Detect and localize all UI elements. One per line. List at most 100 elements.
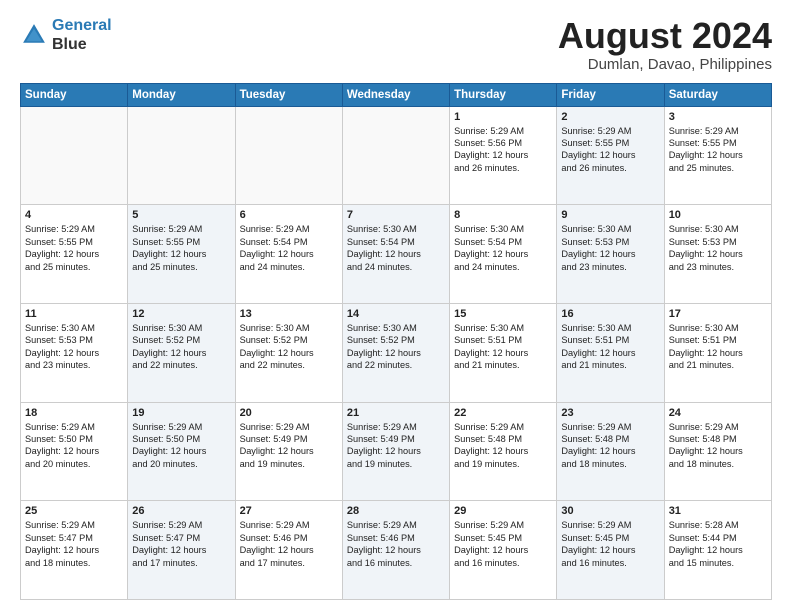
day-number: 27 bbox=[240, 505, 338, 517]
calendar-cell: 4 Sunrise: 5:29 AM Sunset: 5:55 PM Daylig… bbox=[21, 205, 128, 304]
cell-info: Sunrise: 5:29 AM Sunset: 5:47 PM Dayligh… bbox=[132, 519, 230, 569]
calendar-header-row: SundayMondayTuesdayWednesdayThursdayFrid… bbox=[21, 83, 772, 106]
page: General Blue August 2024 Dumlan, Davao, … bbox=[0, 0, 792, 612]
day-number: 13 bbox=[240, 308, 338, 320]
day-number: 31 bbox=[669, 505, 767, 517]
calendar-week-4: 18 Sunrise: 5:29 AM Sunset: 5:50 PM Dayli… bbox=[21, 402, 772, 501]
calendar-cell: 27 Sunrise: 5:29 AM Sunset: 5:46 PM Dayli… bbox=[235, 501, 342, 600]
logo-text: General Blue bbox=[52, 16, 112, 54]
calendar-table: SundayMondayTuesdayWednesdayThursdayFrid… bbox=[20, 83, 772, 600]
location: Dumlan, Davao, Philippines bbox=[558, 56, 772, 73]
day-number: 19 bbox=[132, 407, 230, 419]
calendar-cell: 21 Sunrise: 5:29 AM Sunset: 5:49 PM Dayli… bbox=[342, 402, 449, 501]
cell-info: Sunrise: 5:29 AM Sunset: 5:56 PM Dayligh… bbox=[454, 125, 552, 175]
calendar-cell bbox=[128, 106, 235, 205]
day-number: 17 bbox=[669, 308, 767, 320]
logo-icon bbox=[20, 21, 48, 49]
cell-info: Sunrise: 5:29 AM Sunset: 5:54 PM Dayligh… bbox=[240, 223, 338, 273]
day-number: 25 bbox=[25, 505, 123, 517]
day-number: 1 bbox=[454, 111, 552, 123]
calendar-cell: 6 Sunrise: 5:29 AM Sunset: 5:54 PM Daylig… bbox=[235, 205, 342, 304]
day-number: 4 bbox=[25, 209, 123, 221]
calendar-cell: 20 Sunrise: 5:29 AM Sunset: 5:49 PM Dayli… bbox=[235, 402, 342, 501]
calendar-cell bbox=[21, 106, 128, 205]
calendar-cell: 1 Sunrise: 5:29 AM Sunset: 5:56 PM Daylig… bbox=[450, 106, 557, 205]
calendar-cell: 2Sunrise: 5:29 AM Sunset: 5:55 PM Daylig… bbox=[557, 106, 664, 205]
cell-info: Sunrise: 5:29 AM Sunset: 5:46 PM Dayligh… bbox=[347, 519, 445, 569]
cell-info: Sunrise: 5:30 AM Sunset: 5:51 PM Dayligh… bbox=[561, 322, 659, 372]
day-number: 20 bbox=[240, 407, 338, 419]
cell-info: Sunrise: 5:29 AM Sunset: 5:45 PM Dayligh… bbox=[454, 519, 552, 569]
cell-info: Sunrise: 5:29 AM Sunset: 5:55 PM Dayligh… bbox=[25, 223, 123, 273]
calendar-cell: 19 Sunrise: 5:29 AM Sunset: 5:50 PM Dayli… bbox=[128, 402, 235, 501]
calendar-cell: 13Sunrise: 5:30 AM Sunset: 5:52 PM Dayli… bbox=[235, 303, 342, 402]
day-header-sunday: Sunday bbox=[21, 83, 128, 106]
cell-info: Sunrise: 5:30 AM Sunset: 5:53 PM Dayligh… bbox=[25, 322, 123, 372]
day-number: 22 bbox=[454, 407, 552, 419]
title-block: August 2024 Dumlan, Davao, Philippines bbox=[558, 16, 772, 73]
cell-info: Sunrise: 5:29 AM Sunset: 5:55 PM Dayligh… bbox=[132, 223, 230, 273]
cell-info: Sunrise: 5:29 AM Sunset: 5:48 PM Dayligh… bbox=[454, 421, 552, 471]
logo-general: General bbox=[52, 17, 112, 34]
calendar-cell: 31Sunrise: 5:28 AM Sunset: 5:44 PM Dayli… bbox=[664, 501, 771, 600]
day-number: 6 bbox=[240, 209, 338, 221]
cell-info: Sunrise: 5:29 AM Sunset: 5:49 PM Dayligh… bbox=[347, 421, 445, 471]
calendar-cell: 5 Sunrise: 5:29 AM Sunset: 5:55 PM Daylig… bbox=[128, 205, 235, 304]
day-header-friday: Friday bbox=[557, 83, 664, 106]
day-number: 7 bbox=[347, 209, 445, 221]
calendar-cell: 14Sunrise: 5:30 AM Sunset: 5:52 PM Dayli… bbox=[342, 303, 449, 402]
calendar-cell: 26Sunrise: 5:29 AM Sunset: 5:47 PM Dayli… bbox=[128, 501, 235, 600]
day-number: 29 bbox=[454, 505, 552, 517]
logo: General Blue bbox=[20, 16, 112, 54]
cell-info: Sunrise: 5:29 AM Sunset: 5:46 PM Dayligh… bbox=[240, 519, 338, 569]
day-number: 9 bbox=[561, 209, 659, 221]
day-header-wednesday: Wednesday bbox=[342, 83, 449, 106]
day-number: 3 bbox=[669, 111, 767, 123]
cell-info: Sunrise: 5:29 AM Sunset: 5:47 PM Dayligh… bbox=[25, 519, 123, 569]
calendar-week-3: 11 Sunrise: 5:30 AM Sunset: 5:53 PM Dayli… bbox=[21, 303, 772, 402]
day-number: 11 bbox=[25, 308, 123, 320]
day-number: 5 bbox=[132, 209, 230, 221]
calendar-cell: 3 Sunrise: 5:29 AM Sunset: 5:55 PM Daylig… bbox=[664, 106, 771, 205]
day-header-tuesday: Tuesday bbox=[235, 83, 342, 106]
calendar-cell bbox=[342, 106, 449, 205]
day-number: 8 bbox=[454, 209, 552, 221]
calendar-cell bbox=[235, 106, 342, 205]
day-number: 15 bbox=[454, 308, 552, 320]
month-year: August 2024 bbox=[558, 16, 772, 56]
day-number: 18 bbox=[25, 407, 123, 419]
cell-info: Sunrise: 5:29 AM Sunset: 5:55 PM Dayligh… bbox=[669, 125, 767, 175]
day-number: 10 bbox=[669, 209, 767, 221]
day-header-saturday: Saturday bbox=[664, 83, 771, 106]
day-number: 28 bbox=[347, 505, 445, 517]
cell-info: Sunrise: 5:30 AM Sunset: 5:53 PM Dayligh… bbox=[561, 223, 659, 273]
cell-info: Sunrise: 5:29 AM Sunset: 5:48 PM Dayligh… bbox=[669, 421, 767, 471]
calendar-cell: 11 Sunrise: 5:30 AM Sunset: 5:53 PM Dayli… bbox=[21, 303, 128, 402]
calendar-week-2: 4 Sunrise: 5:29 AM Sunset: 5:55 PM Daylig… bbox=[21, 205, 772, 304]
cell-info: Sunrise: 5:29 AM Sunset: 5:55 PM Dayligh… bbox=[561, 125, 659, 175]
day-number: 30 bbox=[561, 505, 659, 517]
cell-info: Sunrise: 5:29 AM Sunset: 5:50 PM Dayligh… bbox=[25, 421, 123, 471]
cell-info: Sunrise: 5:30 AM Sunset: 5:54 PM Dayligh… bbox=[454, 223, 552, 273]
cell-info: Sunrise: 5:29 AM Sunset: 5:50 PM Dayligh… bbox=[132, 421, 230, 471]
day-number: 14 bbox=[347, 308, 445, 320]
day-number: 21 bbox=[347, 407, 445, 419]
logo-blue-word: Blue bbox=[52, 36, 87, 53]
cell-info: Sunrise: 5:29 AM Sunset: 5:48 PM Dayligh… bbox=[561, 421, 659, 471]
calendar-cell: 18 Sunrise: 5:29 AM Sunset: 5:50 PM Dayli… bbox=[21, 402, 128, 501]
calendar-cell: 28 Sunrise: 5:29 AM Sunset: 5:46 PM Dayli… bbox=[342, 501, 449, 600]
day-number: 16 bbox=[561, 308, 659, 320]
calendar-cell: 17Sunrise: 5:30 AM Sunset: 5:51 PM Dayli… bbox=[664, 303, 771, 402]
calendar-week-1: 1 Sunrise: 5:29 AM Sunset: 5:56 PM Daylig… bbox=[21, 106, 772, 205]
calendar-cell: 24Sunrise: 5:29 AM Sunset: 5:48 PM Dayli… bbox=[664, 402, 771, 501]
calendar-cell: 22 Sunrise: 5:29 AM Sunset: 5:48 PM Dayli… bbox=[450, 402, 557, 501]
day-number: 12 bbox=[132, 308, 230, 320]
calendar-cell: 8 Sunrise: 5:30 AM Sunset: 5:54 PM Daylig… bbox=[450, 205, 557, 304]
calendar-cell: 7Sunrise: 5:30 AM Sunset: 5:54 PM Daylig… bbox=[342, 205, 449, 304]
cell-info: Sunrise: 5:29 AM Sunset: 5:49 PM Dayligh… bbox=[240, 421, 338, 471]
cell-info: Sunrise: 5:29 AM Sunset: 5:45 PM Dayligh… bbox=[561, 519, 659, 569]
cell-info: Sunrise: 5:30 AM Sunset: 5:51 PM Dayligh… bbox=[454, 322, 552, 372]
calendar-cell: 30 Sunrise: 5:29 AM Sunset: 5:45 PM Dayli… bbox=[557, 501, 664, 600]
calendar-cell: 10Sunrise: 5:30 AM Sunset: 5:53 PM Dayli… bbox=[664, 205, 771, 304]
cell-info: Sunrise: 5:30 AM Sunset: 5:52 PM Dayligh… bbox=[132, 322, 230, 372]
